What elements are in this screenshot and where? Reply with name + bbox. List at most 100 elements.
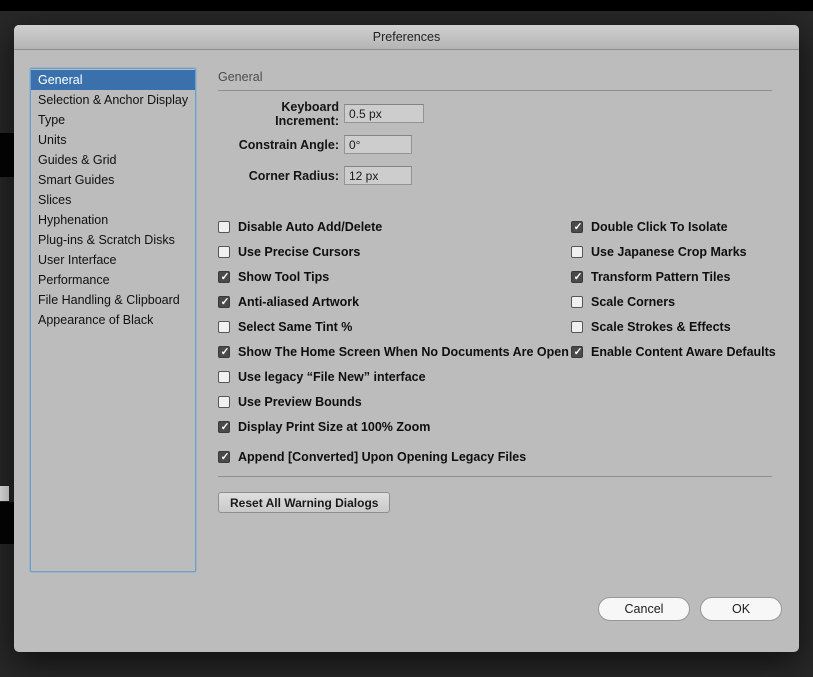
- checkbox-show-tool-tips[interactable]: ✓ Show Tool Tips: [218, 264, 569, 289]
- sidebar-item-hyphenation[interactable]: Hyphenation: [31, 210, 195, 230]
- checkbox-label: Scale Corners: [591, 294, 676, 309]
- checkbox-select-same-tint[interactable]: Select Same Tint %: [218, 314, 569, 339]
- checkmark-icon: ✓: [220, 270, 230, 283]
- sidebar-item-general[interactable]: General: [31, 70, 195, 90]
- checkbox-box: ✓: [218, 345, 230, 358]
- dialog-titlebar: Preferences: [14, 25, 799, 50]
- divider: [218, 90, 772, 91]
- field-row: Keyboard Increment: 0.5 px: [218, 100, 424, 128]
- checkbox-label: Use Preview Bounds: [238, 394, 362, 409]
- sidebar-item-units[interactable]: Units: [31, 130, 195, 150]
- dialog-footer: Cancel OK: [598, 597, 782, 621]
- checkbox-box: ✓: [571, 220, 583, 233]
- sidebar-item-label: Type: [38, 113, 66, 127]
- checkbox-double-click-to-isolate[interactable]: ✓ Double Click To Isolate: [571, 214, 776, 239]
- checkbox-box: [218, 370, 230, 383]
- checkbox-box: ✓: [571, 345, 583, 358]
- sidebar-item-label: Performance: [38, 273, 110, 287]
- sidebar-item-smart-guides[interactable]: Smart Guides: [31, 170, 195, 190]
- checkbox-label: Show The Home Screen When No Documents A…: [238, 344, 569, 359]
- checkbox-display-print-size-at-100-zoom[interactable]: ✓ Display Print Size at 100% Zoom: [218, 414, 569, 439]
- sidebar-item-label: Selection & Anchor Display: [38, 93, 189, 107]
- sidebar-item-type[interactable]: Type: [31, 110, 195, 130]
- field-rows: Keyboard Increment: 0.5 px Constrain Angle…: [218, 100, 424, 197]
- checkbox-box: [218, 245, 230, 258]
- checkbox-box: [218, 395, 230, 408]
- field-label: Constrain Angle:: [238, 137, 339, 152]
- field-input-keyboard-increment[interactable]: 0.5 px: [344, 104, 424, 123]
- checkbox-box: [571, 295, 583, 308]
- field-label: Corner Radius:: [248, 168, 339, 183]
- sidebar-item-label: Smart Guides: [38, 173, 115, 187]
- field-row: Constrain Angle: 0°: [218, 135, 424, 154]
- sidebar-item-label: Units: [38, 133, 67, 147]
- sidebar-item-user-interface[interactable]: User Interface: [31, 250, 195, 270]
- checkbox-box: [571, 245, 583, 258]
- background-artifact: [0, 502, 14, 544]
- checkbox-scale-corners[interactable]: Scale Corners: [571, 289, 776, 314]
- checkbox-label: Append [Converted] Upon Opening Legacy F…: [238, 449, 527, 464]
- field-value: 0.5 px: [349, 106, 382, 121]
- checkbox-use-precise-cursors[interactable]: Use Precise Cursors: [218, 239, 569, 264]
- general-panel: General Keyboard Increment: 0.5 px Constra…: [218, 68, 776, 598]
- checkmark-icon: ✓: [573, 220, 583, 233]
- checkmark-icon: ✓: [220, 295, 230, 308]
- sidebar-item-label: General: [38, 73, 83, 87]
- checkmark-icon: ✓: [220, 450, 230, 463]
- preferences-dialog: Preferences General Selection & Anchor Di…: [14, 25, 799, 652]
- reset-warning-dialogs-button[interactable]: Reset All Warning Dialogs: [218, 492, 391, 513]
- sidebar-item-label: Slices: [38, 193, 72, 207]
- checkbox-box: ✓: [218, 450, 230, 463]
- field-input-constrain-angle[interactable]: 0°: [344, 135, 412, 154]
- dialog-title: Preferences: [372, 30, 441, 44]
- checkbox-append-converted-upon-opening-legacy-files[interactable]: ✓ Append [Converted] Upon Opening Legacy …: [218, 444, 569, 469]
- checkmark-icon: ✓: [573, 270, 583, 283]
- checkbox-label: Use legacy “File New” interface: [238, 369, 426, 384]
- checkbox-label: Show Tool Tips: [238, 269, 330, 284]
- checkbox-label: Scale Strokes & Effects: [591, 319, 731, 334]
- checkbox-anti-aliased-artwork[interactable]: ✓ Anti-aliased Artwork: [218, 289, 569, 314]
- application-window: Preferences General Selection & Anchor Di…: [0, 0, 813, 677]
- checkbox-box: [218, 320, 230, 333]
- checkbox-box: [571, 320, 583, 333]
- checkbox-transform-pattern-tiles[interactable]: ✓ Transform Pattern Tiles: [571, 264, 776, 289]
- ok-button[interactable]: OK: [700, 597, 782, 621]
- field-value: 12 px: [349, 168, 379, 183]
- checkbox-box: ✓: [218, 420, 230, 433]
- divider: [218, 476, 772, 477]
- sidebar-item-slices[interactable]: Slices: [31, 190, 195, 210]
- checkbox-show-the-home-screen-when-no-documents-are-open[interactable]: ✓ Show The Home Screen When No Documents …: [218, 339, 569, 364]
- checkbox-label: Double Click To Isolate: [591, 219, 728, 234]
- checkbox-use-legacy-file-new-interface[interactable]: Use legacy “File New” interface: [218, 364, 569, 389]
- checkbox-use-japanese-crop-marks[interactable]: Use Japanese Crop Marks: [571, 239, 776, 264]
- sidebar-item-performance[interactable]: Performance: [31, 270, 195, 290]
- section-title: General: [218, 70, 263, 84]
- checkbox-label: Anti-aliased Artwork: [238, 294, 360, 309]
- background-artifact: [0, 133, 14, 177]
- sidebar-item-plug-ins-scratch-disks[interactable]: Plug-ins & Scratch Disks: [31, 230, 195, 250]
- checkbox-enable-content-aware-defaults[interactable]: ✓ Enable Content Aware Defaults: [571, 339, 776, 364]
- checkbox-column-right: ✓ Double Click To Isolate Use Japanese Cro…: [571, 214, 776, 364]
- checkbox-label: Use Precise Cursors: [238, 244, 361, 259]
- checkbox-scale-strokes-effects[interactable]: Scale Strokes & Effects: [571, 314, 776, 339]
- sidebar-item-selection-anchor-display[interactable]: Selection & Anchor Display: [31, 90, 195, 110]
- checkbox-label: Transform Pattern Tiles: [591, 269, 731, 284]
- sidebar-item-label: Hyphenation: [38, 213, 109, 227]
- sidebar-item-label: User Interface: [38, 253, 117, 267]
- checkmark-icon: ✓: [220, 345, 230, 358]
- background-top-strip: [0, 0, 813, 11]
- sidebar-item-appearance-of-black[interactable]: Appearance of Black: [31, 310, 195, 330]
- checkbox-use-preview-bounds[interactable]: Use Preview Bounds: [218, 389, 569, 414]
- checkbox-label: Use Japanese Crop Marks: [591, 244, 747, 259]
- checkbox-label: Enable Content Aware Defaults: [591, 344, 776, 359]
- cancel-button[interactable]: Cancel: [598, 597, 690, 621]
- field-value: 0°: [349, 137, 361, 152]
- checkbox-disable-auto-add-delete[interactable]: Disable Auto Add/Delete: [218, 214, 569, 239]
- checkbox-label: Display Print Size at 100% Zoom: [238, 419, 431, 434]
- sidebar-item-label: Guides & Grid: [38, 153, 117, 167]
- sidebar-item-guides-grid[interactable]: Guides & Grid: [31, 150, 195, 170]
- checkmark-icon: ✓: [220, 420, 230, 433]
- sidebar-item-file-handling-clipboard[interactable]: File Handling & Clipboard: [31, 290, 195, 310]
- field-input-corner-radius[interactable]: 12 px: [344, 166, 412, 185]
- preferences-category-list: General Selection & Anchor Display Type Uni…: [30, 68, 196, 572]
